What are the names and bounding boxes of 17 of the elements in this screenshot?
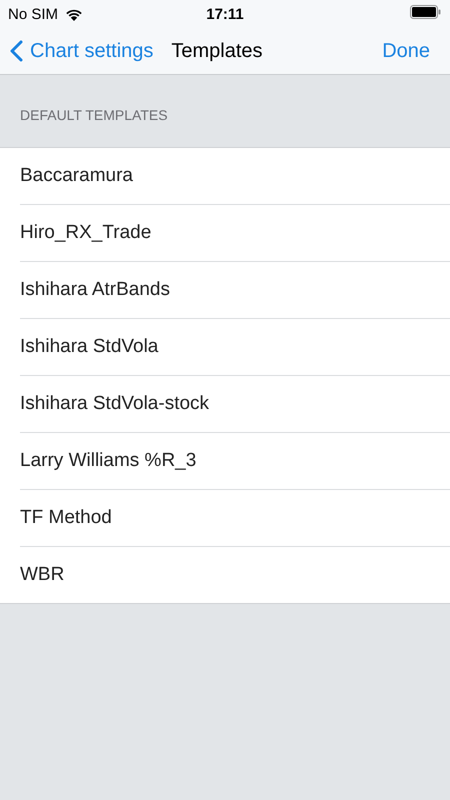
template-item[interactable]: TF Method <box>20 490 450 547</box>
carrier: No SIM <box>8 6 58 22</box>
template-item[interactable]: Larry Williams %R_3 <box>20 433 450 490</box>
template-item[interactable]: Baccaramura <box>20 148 450 205</box>
template-item[interactable]: WBR <box>20 547 450 603</box>
template-item[interactable]: Ishihara AtrBands <box>20 262 450 319</box>
template-item[interactable]: Hiro_RX_Trade <box>20 205 450 262</box>
battery-icon <box>410 5 441 19</box>
section-header: DEFAULT TEMPLATES <box>19 107 169 125</box>
wifi-icon <box>65 8 84 20</box>
clock: 17:11 <box>206 6 244 22</box>
template-item[interactable]: Ishihara StdVola-stock <box>20 376 450 433</box>
done-button[interactable]: Done <box>382 40 438 62</box>
template-item[interactable]: Ishihara StdVola <box>20 319 450 376</box>
chevron-left-icon <box>10 40 23 62</box>
nav-title: Templates <box>171 40 263 62</box>
back-button[interactable]: Chart settings <box>10 40 154 62</box>
